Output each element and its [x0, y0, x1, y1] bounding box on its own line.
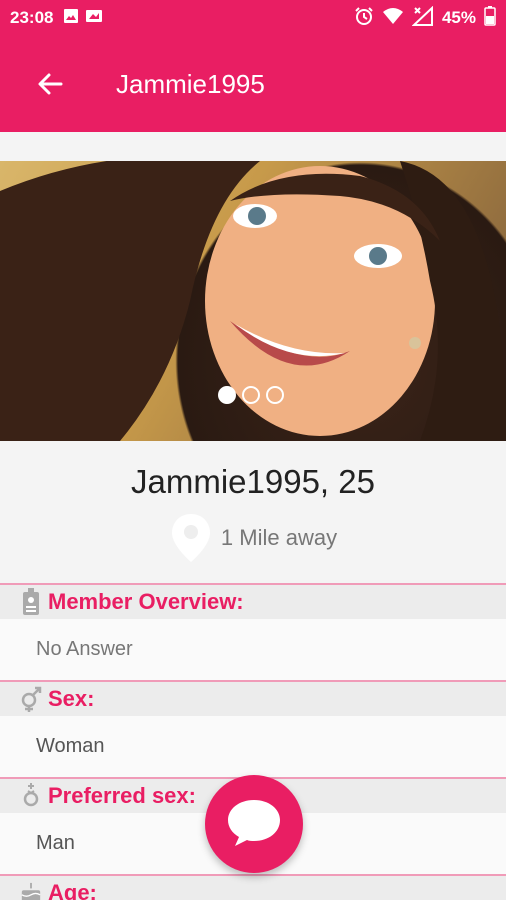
battery-icon	[484, 5, 496, 31]
id-badge-icon	[20, 587, 42, 617]
battery-text: 45%	[441, 8, 476, 27]
section-label: Preferred sex:	[48, 783, 196, 808]
alarm-icon	[354, 6, 374, 31]
no-signal-icon	[411, 5, 434, 31]
section-value: No Answer	[0, 619, 506, 680]
image-icon	[63, 8, 79, 29]
section-label: Member Overview:	[48, 589, 244, 614]
wifi-icon	[382, 7, 404, 30]
location-pin-icon	[169, 512, 213, 564]
section-value: Woman	[0, 716, 506, 777]
app-bar: Jammie1995	[0, 36, 506, 132]
status-time: 23:08	[10, 8, 54, 27]
distance-row: 1 Mile away	[0, 512, 506, 564]
status-bar: 23:08 45%	[0, 0, 506, 36]
arrow-back-icon[interactable]	[0, 36, 100, 132]
photo-pager	[218, 386, 284, 404]
section-sex: Sex: Woman	[0, 680, 506, 777]
section-label: Age:	[48, 880, 97, 900]
gender-icon	[20, 684, 42, 714]
distance-text: 1 Mile away	[220, 525, 338, 550]
pager-dot[interactable]	[218, 386, 236, 404]
profile-name-age: Jammie1995, 25	[131, 463, 375, 500]
pager-dot[interactable]	[266, 386, 284, 404]
chat-fab-button[interactable]	[205, 775, 303, 873]
pager-dot[interactable]	[242, 386, 260, 404]
section-age: Age:	[0, 874, 506, 900]
preferred-sex-icon	[20, 781, 42, 811]
section-member-overview: Member Overview: No Answer	[0, 583, 506, 680]
page-title: Jammie1995	[116, 68, 265, 99]
photo-icon	[85, 8, 103, 29]
cake-icon	[20, 878, 42, 900]
chat-bubble-icon	[224, 796, 284, 853]
section-label: Sex:	[48, 686, 95, 711]
